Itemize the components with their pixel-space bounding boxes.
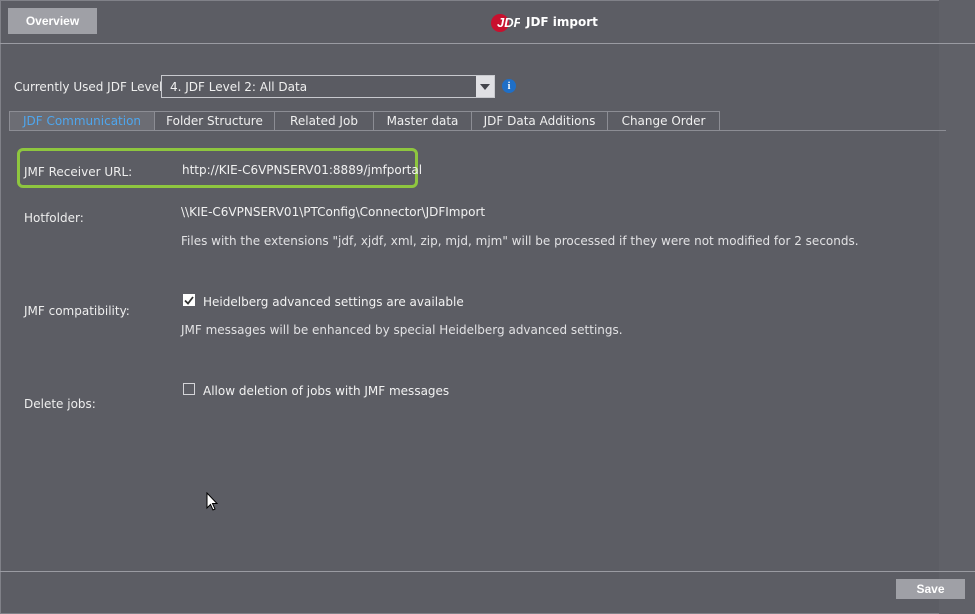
hotfolder-note: Files with the extensions "jdf, xjdf, xm… <box>181 234 859 248</box>
hotfolder-label: Hotfolder: <box>24 211 84 225</box>
header-bar: Overview JDF JDF import <box>0 0 975 44</box>
mouse-cursor-icon <box>206 492 218 511</box>
tab-divider <box>9 130 946 131</box>
tab-bar: JDF Communication Folder Structure Relat… <box>9 111 720 131</box>
jdf-level-selected-value: 4. JDF Level 2: All Data <box>170 79 308 94</box>
page-title: JDF import <box>526 15 598 29</box>
tab-change-order[interactable]: Change Order <box>608 111 720 131</box>
chevron-down-icon[interactable] <box>476 76 494 97</box>
right-edge-strip <box>939 0 975 614</box>
allow-deletion-checkbox[interactable] <box>183 383 195 395</box>
tab-jdf-data-additions[interactable]: JDF Data Additions <box>472 111 608 131</box>
jdf-logo-icon: JDF <box>490 11 523 33</box>
header-title: JDF JDF import <box>490 10 598 34</box>
heidelberg-settings-checkbox[interactable] <box>183 294 195 306</box>
jdf-level-select[interactable]: 4. JDF Level 2: All Data <box>161 75 495 98</box>
tab-related-job[interactable]: Related Job <box>275 111 374 131</box>
tab-jdf-communication[interactable]: JDF Communication <box>9 111 155 131</box>
heidelberg-settings-label[interactable]: Heidelberg advanced settings are availab… <box>203 295 464 309</box>
jmf-compatibility-note: JMF messages will be enhanced by special… <box>181 323 623 337</box>
jmf-compatibility-label: JMF compatibility: <box>24 304 130 318</box>
jdf-level-label: Currently Used JDF Level: <box>14 80 167 94</box>
tab-master-data[interactable]: Master data <box>374 111 472 131</box>
jmf-receiver-label: JMF Receiver URL: <box>24 165 133 179</box>
save-button[interactable]: Save <box>896 579 965 599</box>
info-icon[interactable]: i <box>502 79 516 93</box>
jmf-receiver-url: http://KIE-C6VPNSERV01:8889/jmfportal <box>182 163 423 177</box>
hotfolder-path: \\KIE-C6VPNSERV01\PTConfig\Connector\JDF… <box>181 205 486 219</box>
allow-deletion-label[interactable]: Allow deletion of jobs with JMF messages <box>203 384 449 398</box>
svg-text:JDF: JDF <box>497 15 520 30</box>
tab-folder-structure[interactable]: Folder Structure <box>155 111 275 131</box>
footer-divider <box>0 571 975 572</box>
delete-jobs-label: Delete jobs: <box>24 397 96 411</box>
overview-button[interactable]: Overview <box>8 8 97 34</box>
checkmark-icon <box>184 295 194 305</box>
